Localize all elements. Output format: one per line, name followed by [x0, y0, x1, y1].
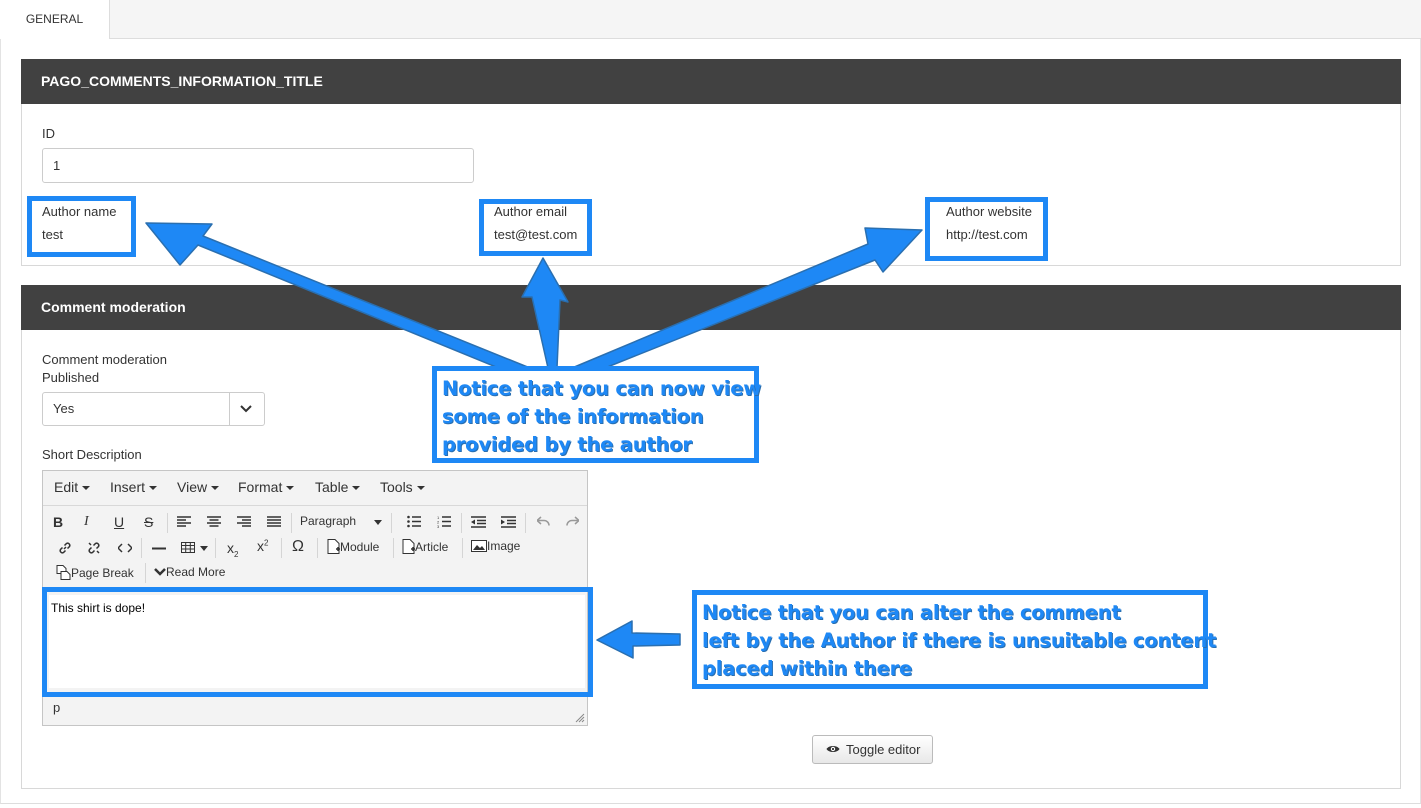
note-line: provided by the author	[442, 433, 692, 456]
note-line: placed within there	[702, 657, 913, 680]
note-line: Notice that you can alter the comment	[702, 601, 1121, 624]
arrow-to-author-website	[571, 227, 923, 379]
note-line: Notice that you can now view	[442, 377, 762, 400]
annotation-note-edit-comment: Notice that you can alter the comment le…	[692, 590, 1217, 689]
arrow-to-author-email	[521, 257, 569, 369]
annotation-note-author-info: Notice that you can now view some of the…	[432, 366, 762, 463]
note-line: some of the information	[442, 405, 704, 428]
arrow-to-author-name	[145, 222, 531, 379]
arrow-to-editor	[596, 620, 681, 659]
note-line: left by the Author if there is unsuitabl…	[702, 629, 1217, 652]
